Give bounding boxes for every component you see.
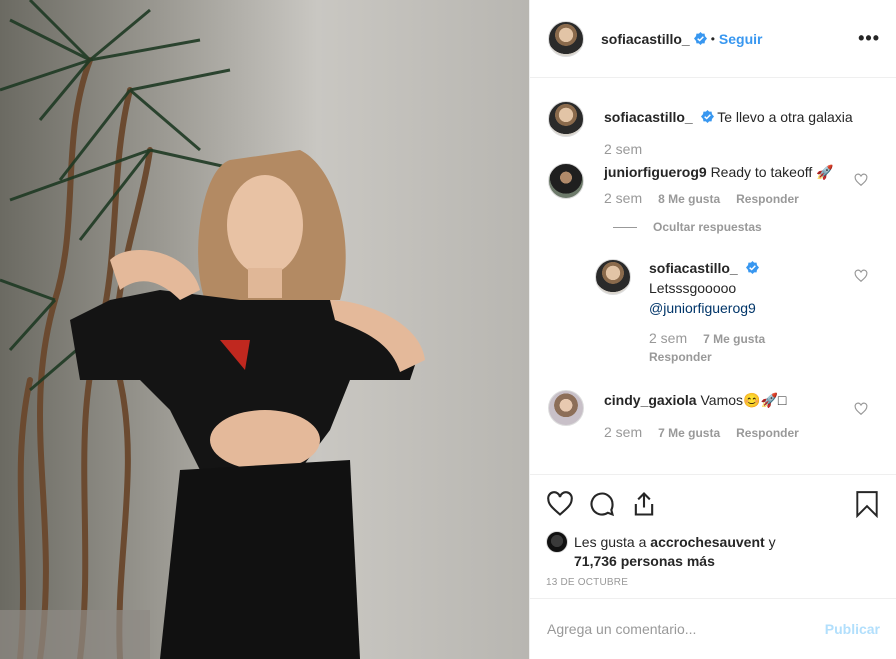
likes-count[interactable]: 71,736 personas más: [574, 553, 715, 569]
post-header: sofiacastillo_ • Seguir •••: [530, 0, 896, 78]
reply-item: sofiacastillo_ Letsssgooooo @juniorfigue…: [595, 259, 878, 364]
add-comment-bar: Agrega un comentario... Publicar: [530, 598, 896, 659]
commenter-avatar[interactable]: [595, 259, 631, 295]
comment-text: Letsssgooooo: [649, 280, 737, 296]
mention-link[interactable]: @juniorfiguerog9: [649, 300, 756, 316]
publish-button[interactable]: Publicar: [825, 621, 880, 637]
comment-likes[interactable]: 7 Me gusta: [658, 426, 720, 440]
like-comment-heart-icon[interactable]: [854, 269, 868, 283]
like-comment-heart-icon[interactable]: [854, 173, 868, 187]
hide-replies-label: Ocultar respuestas: [653, 220, 762, 234]
hide-replies-line: [613, 226, 637, 228]
liker-username[interactable]: accrochesauvent: [650, 534, 764, 550]
header-separator: •: [710, 31, 715, 46]
comment-time[interactable]: 2 sem: [604, 190, 642, 206]
comment-text: Vamos😊🚀□: [700, 392, 787, 408]
verified-badge-icon: [693, 32, 707, 45]
photo-illustration: [0, 0, 425, 659]
comment-text: Ready to takeoff 🚀: [710, 164, 834, 180]
post-sidebar: sofiacastillo_ • Seguir ••• sofiacastill…: [529, 0, 896, 659]
commenter-username[interactable]: juniorfiguerog9: [604, 164, 707, 180]
comment-time[interactable]: 2 sem: [604, 141, 642, 157]
liker-avatar[interactable]: [546, 531, 568, 553]
commenter-avatar[interactable]: [548, 390, 584, 426]
save-bookmark-icon[interactable]: [854, 490, 880, 518]
follow-button[interactable]: Seguir: [719, 31, 763, 47]
comment-input[interactable]: Agrega un comentario...: [547, 621, 825, 637]
author-avatar[interactable]: [548, 20, 584, 57]
like-comment-heart-icon[interactable]: [854, 402, 868, 416]
like-heart-icon[interactable]: [546, 490, 574, 518]
reply-button[interactable]: Responder: [736, 192, 799, 206]
instagram-post: sofiacastillo_ • Seguir ••• sofiacastill…: [0, 0, 896, 659]
reply-button[interactable]: Responder: [736, 426, 799, 440]
comment-likes[interactable]: 8 Me gusta: [658, 192, 720, 206]
commenter-username[interactable]: sofiacastillo_: [604, 109, 693, 125]
commenter-avatar[interactable]: [548, 163, 584, 199]
comment-likes[interactable]: 7 Me gusta: [703, 332, 765, 346]
likes-prefix: Les gusta a: [574, 534, 647, 550]
post-photo[interactable]: [0, 0, 529, 659]
verified-badge-icon: [700, 110, 714, 123]
action-icons: [546, 475, 880, 533]
reply-button[interactable]: Responder: [649, 350, 848, 364]
author-username[interactable]: sofiacastillo_: [601, 31, 690, 47]
commenter-avatar[interactable]: [548, 101, 584, 137]
commenter-username[interactable]: cindy_gaxiola: [604, 392, 697, 408]
comment-time[interactable]: 2 sem: [604, 424, 642, 440]
comment-item: cindy_gaxiola Vamos😊🚀□ 2 sem 7 Me gusta …: [548, 390, 878, 440]
comment-time[interactable]: 2 sem: [649, 330, 687, 346]
post-actions: Les gusta a accrochesauvent y 71,736 per…: [530, 474, 896, 598]
hide-replies-button[interactable]: Ocultar respuestas: [613, 220, 878, 234]
comment-item: juniorfiguerog9 Ready to takeoff 🚀 2 sem…: [548, 163, 878, 206]
comments-list[interactable]: sofiacastillo_ Te llevo a otra galaxia 2…: [530, 79, 896, 474]
post-date[interactable]: 13 DE OCTUBRE: [546, 577, 880, 588]
caption: sofiacastillo_ Te llevo a otra galaxia 2…: [548, 101, 878, 157]
commenter-username[interactable]: sofiacastillo_: [649, 260, 738, 276]
comment-text: Te llevo a otra galaxia: [717, 109, 853, 125]
more-options-button[interactable]: •••: [858, 28, 880, 49]
share-icon[interactable]: [630, 490, 658, 518]
likes-summary: Les gusta a accrochesauvent y 71,736 per…: [546, 531, 880, 571]
comment-bubble-icon[interactable]: [588, 490, 616, 518]
verified-badge-icon: [745, 261, 759, 274]
likes-middle: y: [768, 534, 776, 550]
